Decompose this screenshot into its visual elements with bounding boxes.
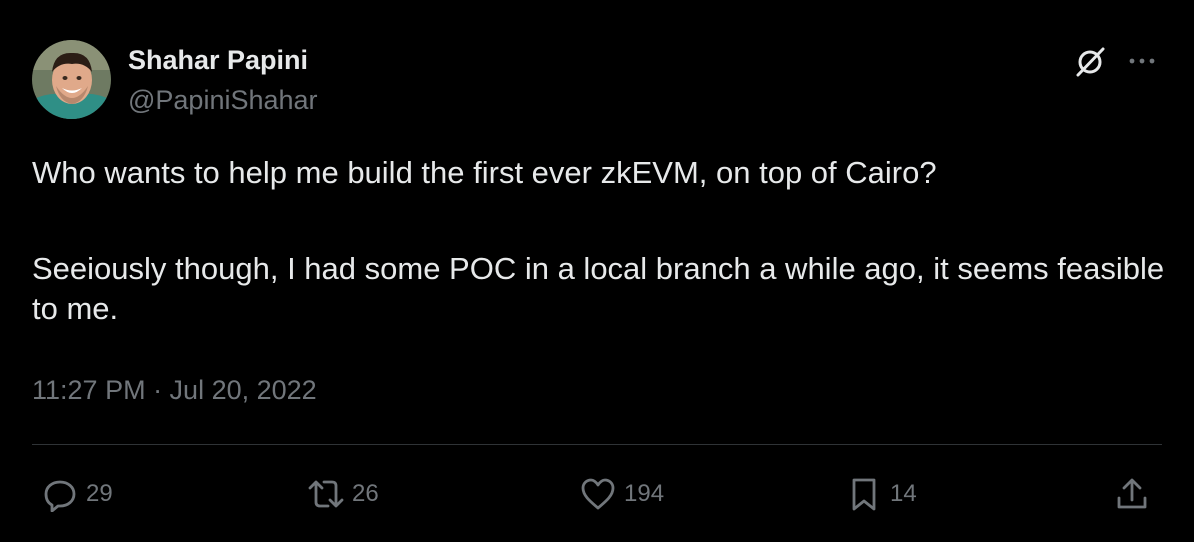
divider xyxy=(32,444,1162,445)
avatar-image xyxy=(32,40,111,119)
retweet-icon xyxy=(304,472,348,516)
bookmark-count: 14 xyxy=(890,480,917,507)
bookmark-icon xyxy=(842,472,886,516)
reply-button[interactable]: 29 xyxy=(38,472,113,516)
like-count: 194 xyxy=(624,480,665,507)
author-display-name[interactable]: Shahar Papini xyxy=(128,43,308,77)
share-button[interactable] xyxy=(1110,472,1154,516)
tweet-text-line2: Seeiously though, I had some POC in a lo… xyxy=(32,251,1165,326)
author-handle[interactable]: @PapiniShahar xyxy=(128,83,318,117)
like-button[interactable]: 194 xyxy=(576,472,664,516)
reply-count: 29 xyxy=(86,480,113,507)
tweet-text-line1: Who wants to help me build the first eve… xyxy=(32,155,937,190)
reply-icon xyxy=(38,472,82,516)
retweet-count: 26 xyxy=(352,480,379,507)
bookmark-button[interactable]: 14 xyxy=(842,472,917,516)
retweet-button[interactable]: 26 xyxy=(304,472,379,516)
avatar[interactable] xyxy=(32,40,111,119)
share-icon xyxy=(1110,472,1154,516)
grok-icon[interactable] xyxy=(1072,44,1108,80)
tweet-card: Shahar Papini @PapiniShahar Who wants to… xyxy=(0,0,1194,542)
tweet-timestamp[interactable]: 11:27 PM · Jul 20, 2022 xyxy=(32,372,317,408)
more-icon[interactable] xyxy=(1124,44,1160,80)
tweet-text: Who wants to help me build the first eve… xyxy=(32,153,1172,329)
like-icon xyxy=(576,472,620,516)
